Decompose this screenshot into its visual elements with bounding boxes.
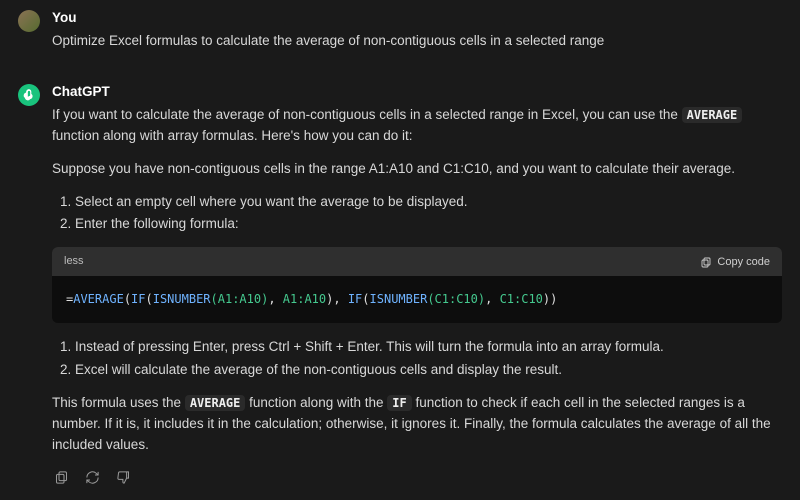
refresh-icon — [85, 470, 100, 485]
clipboard-icon — [700, 256, 712, 268]
list-item: Excel will calculate the average of the … — [60, 360, 782, 381]
clipboard-icon — [54, 470, 69, 485]
user-name: You — [52, 8, 782, 29]
user-text: Optimize Excel formulas to calculate the… — [52, 31, 782, 52]
list-item: Instead of pressing Enter, press Ctrl + … — [60, 337, 782, 358]
copy-code-button[interactable]: Copy code — [700, 256, 770, 268]
user-avatar — [18, 10, 40, 32]
assistant-message: ChatGPT If you want to calculate the ave… — [18, 82, 782, 490]
assistant-p2: Suppose you have non-contiguous cells in… — [52, 159, 782, 180]
inline-code-average: AVERAGE — [682, 107, 743, 123]
assistant-p3: This formula uses the AVERAGE function a… — [52, 393, 782, 456]
steps-list-1: Select an empty cell where you want the … — [60, 192, 782, 236]
assistant-name: ChatGPT — [52, 82, 782, 103]
code-lang: less — [64, 253, 84, 270]
inline-code-average-2: AVERAGE — [185, 395, 246, 411]
dislike-button[interactable] — [114, 468, 133, 490]
message-actions — [52, 468, 782, 490]
regenerate-button[interactable] — [83, 468, 102, 490]
user-message: You Optimize Excel formulas to calculate… — [18, 8, 782, 64]
assistant-avatar — [18, 84, 40, 106]
list-item: Enter the following formula: — [60, 214, 782, 235]
code-block: less Copy code =AVERAGE(IF(ISNUMBER(A1:A… — [52, 247, 782, 323]
copy-message-button[interactable] — [52, 468, 71, 490]
inline-code-if: IF — [387, 395, 411, 411]
code-header: less Copy code — [52, 247, 782, 276]
steps-list-2: Instead of pressing Enter, press Ctrl + … — [60, 337, 782, 381]
code-body: =AVERAGE(IF(ISNUMBER(A1:A10), A1:A10), I… — [52, 276, 782, 323]
list-item: Select an empty cell where you want the … — [60, 192, 782, 213]
assistant-p1: If you want to calculate the average of … — [52, 105, 782, 147]
thumbs-down-icon — [116, 470, 131, 485]
